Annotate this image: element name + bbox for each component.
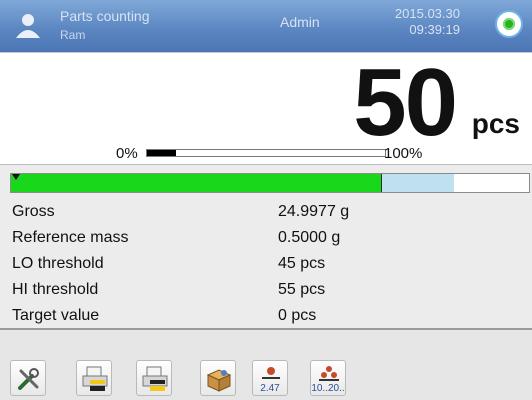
- capacity-progress-fill: [147, 150, 176, 156]
- mode-title: Parts counting: [60, 8, 150, 24]
- tools-icon: [18, 368, 39, 390]
- info-value: 0 pcs: [278, 307, 317, 324]
- set-quantity-button[interactable]: 10..20..: [310, 360, 346, 396]
- capacity-progress-bar: [146, 149, 386, 157]
- set-quantity-text: 10..20..: [311, 383, 345, 394]
- print-yellow-icon: [82, 366, 108, 391]
- user-icon[interactable]: [10, 8, 46, 44]
- info-row: Reference mass 0.5000 g: [0, 225, 532, 251]
- info-row: HI threshold 55 pcs: [0, 277, 532, 303]
- box-icon: [206, 369, 232, 392]
- progress-min-label: 0%: [116, 145, 138, 162]
- info-row: Gross 24.9977 g: [0, 199, 532, 225]
- green-status-icon[interactable]: [495, 10, 523, 38]
- weight-icon: [262, 367, 280, 379]
- reference-mass-button[interactable]: 2.47: [252, 360, 288, 396]
- info-label: LO threshold: [12, 255, 104, 272]
- time-label: 09:39:19: [409, 22, 460, 37]
- threshold-bar-hi-segment: [381, 174, 454, 192]
- reading-area: 50 pcs 0% 100%: [0, 52, 532, 164]
- threshold-bar-ok-segment: [11, 174, 382, 192]
- info-row: LO threshold 45 pcs: [0, 251, 532, 277]
- status-dot: [503, 18, 515, 30]
- threshold-bar-lo-marker: [381, 174, 383, 192]
- printout-header-button[interactable]: [76, 360, 112, 396]
- info-panel: Gross 24.9977 g Reference mass 0.5000 g LO t…: [0, 164, 532, 330]
- threshold-bar: [10, 173, 530, 193]
- reference-mass-text: 2.47: [260, 383, 280, 394]
- info-value: 24.9977 g: [278, 203, 350, 220]
- progress-max-label: 100%: [384, 145, 423, 162]
- info-value: 0.5000 g: [278, 229, 341, 246]
- login-label[interactable]: Admin: [280, 14, 320, 30]
- print-yellow-bottom-icon: [142, 366, 168, 391]
- info-label: Gross: [12, 203, 55, 220]
- datetime: 2015.03.30 09:39:19: [380, 6, 460, 38]
- settings-tools-button[interactable]: [10, 360, 46, 396]
- info-value: 45 pcs: [278, 255, 326, 272]
- threshold-cursor-icon: [12, 174, 20, 180]
- info-label: Reference mass: [12, 229, 129, 246]
- reading-value: 50: [353, 49, 458, 156]
- info-label: HI threshold: [12, 281, 99, 298]
- user-label: Ram: [60, 28, 86, 42]
- info-label: Target value: [12, 307, 100, 324]
- date-label: 2015.03.30: [394, 6, 460, 21]
- database-button[interactable]: [200, 360, 236, 396]
- reading-unit: pcs: [471, 108, 520, 139]
- parts-icon: [319, 366, 339, 381]
- info-row: Target value 0 pcs: [0, 303, 532, 329]
- function-toolbar: 2.47 10..20..: [0, 330, 532, 400]
- printout-footer-button[interactable]: [136, 360, 172, 396]
- info-rows: Gross 24.9977 g Reference mass 0.5000 g LO t…: [0, 199, 532, 329]
- top-bar: Parts counting Ram Admin 2015.03.30 09:3…: [0, 0, 532, 52]
- info-value: 55 pcs: [278, 281, 326, 298]
